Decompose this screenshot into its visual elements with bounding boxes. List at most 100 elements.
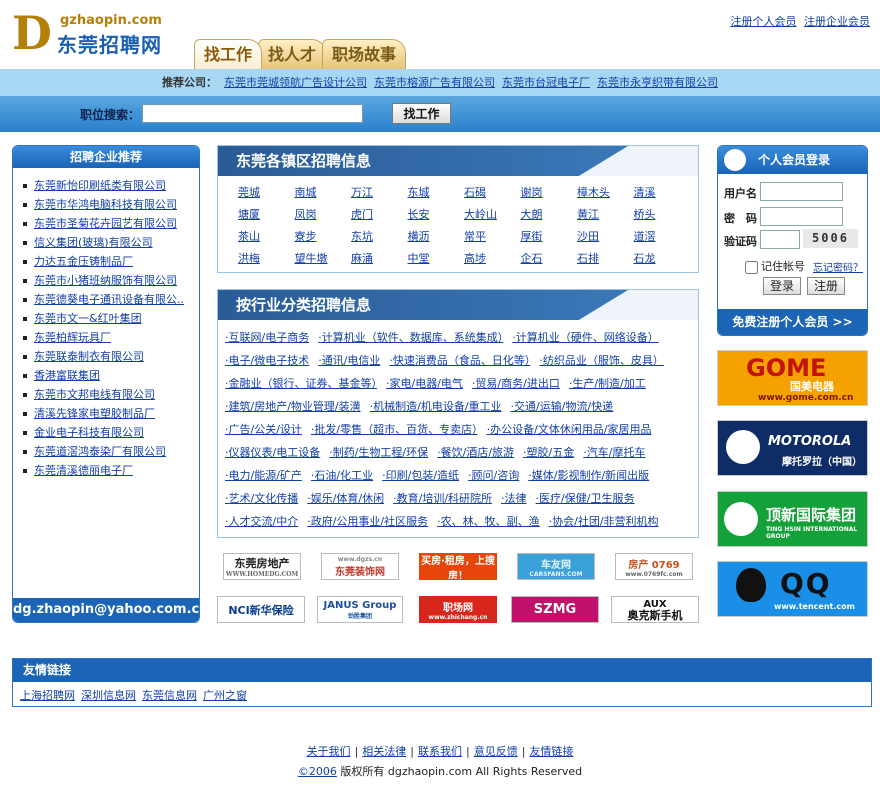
industry-link[interactable]: ·快速消费品（食品、日化等） — [389, 354, 530, 367]
town-link[interactable]: 石碣 — [464, 184, 521, 201]
industry-link[interactable]: ·建筑/房地产/物业管理/装潢 — [225, 400, 361, 413]
company-link[interactable]: 东莞市文邦电线有限公司 — [34, 388, 155, 401]
town-link[interactable]: 望牛墩 — [295, 250, 352, 267]
town-link[interactable]: 黄江 — [577, 206, 634, 223]
company-link[interactable]: 东莞市华鸿电脑科技有限公司 — [34, 198, 177, 211]
login-button[interactable]: 登录 — [763, 277, 801, 295]
copyright-year[interactable]: ©2006 — [298, 765, 337, 778]
partner-logo[interactable]: AUX 奥克斯手机 — [611, 596, 699, 623]
friend-link[interactable]: 深圳信息网 — [81, 689, 136, 702]
company-link[interactable]: 信义集团(玻璃)有限公司 — [34, 236, 153, 249]
industry-link[interactable]: ·媒体/影视制作/新闻出版 — [528, 469, 649, 482]
friend-link[interactable]: 东莞信息网 — [142, 689, 197, 702]
town-link[interactable]: 南城 — [295, 184, 352, 201]
partner-logo[interactable]: NCI新华保险 — [217, 596, 305, 623]
town-link[interactable]: 厚街 — [521, 228, 578, 245]
industry-link[interactable]: ·塑胶/五金 — [523, 446, 574, 459]
industry-link[interactable]: ·金融业（银行、证券、基金等） — [225, 377, 377, 390]
industry-link[interactable]: ·家电/电器/电气 — [386, 377, 463, 390]
site-logo[interactable]: D gzhaopin.com 东莞招聘网 — [12, 8, 172, 58]
town-link[interactable]: 沙田 — [577, 228, 634, 245]
industry-link[interactable]: ·贸易/商务/进出口 — [472, 377, 560, 390]
footer-link-law[interactable]: 相关法律 — [362, 745, 406, 758]
company-link[interactable]: 东莞市圣菊花卉园艺有限公司 — [34, 217, 177, 230]
forgot-password-link[interactable]: 忘记密码？ — [813, 259, 863, 274]
industry-link[interactable]: ·顾问/咨询 — [468, 469, 519, 482]
industry-link[interactable]: ·协会/社团/非营利机构 — [549, 515, 659, 528]
town-link[interactable]: 横沥 — [408, 228, 465, 245]
friend-link[interactable]: 广州之窗 — [203, 689, 247, 702]
partner-logo[interactable]: JANUS Group 劲胜集团 — [317, 596, 403, 623]
partner-logo[interactable]: SZMG — [511, 596, 599, 623]
partner-logo[interactable]: www.dgzs.cn 东莞装饰网 — [321, 553, 399, 580]
company-link[interactable]: 清溪先锋家电塑胶制品厂 — [34, 407, 155, 420]
free-register-link[interactable]: 免费注册个人会员 >> — [718, 309, 867, 335]
partner-logo[interactable]: 房产 0769 www.0769fc.com — [615, 553, 693, 580]
industry-link[interactable]: ·计算机业（硬件、网络设备） — [512, 331, 659, 344]
captcha-input[interactable] — [760, 230, 800, 249]
industry-link[interactable]: ·法律 — [501, 492, 527, 505]
partner-logo[interactable]: 车友网 CARSFANS.COM — [517, 553, 595, 580]
industry-link[interactable]: ·教育/培训/科研院所 — [393, 492, 492, 505]
industry-link[interactable]: ·医疗/保健/卫生服务 — [536, 492, 635, 505]
tab-find-job[interactable]: 找工作 — [194, 39, 263, 69]
company-link[interactable]: 东莞联泰制衣有限公司 — [34, 350, 144, 363]
industry-link[interactable]: ·计算机业（软件、数据库、系统集成） — [318, 331, 503, 344]
town-link[interactable]: 洪梅 — [238, 250, 295, 267]
company-link[interactable]: 金业电子科技有限公司 — [34, 426, 144, 439]
industry-link[interactable]: ·印刷/包装/造纸 — [382, 469, 459, 482]
recommend-link[interactable]: 东莞市莞城领航广告设计公司 — [224, 76, 367, 89]
industry-link[interactable]: ·机械制造/机电设备/重工业 — [370, 400, 502, 413]
town-link[interactable]: 凤岗 — [295, 206, 352, 223]
tab-career-stories[interactable]: 职场故事 — [322, 39, 407, 69]
job-search-input[interactable] — [142, 104, 363, 123]
register-company-link[interactable]: 注册企业会员 — [804, 15, 870, 28]
industry-link[interactable]: ·人才交流/中介 — [225, 515, 298, 528]
industry-link[interactable]: ·艺术/文化传播 — [225, 492, 298, 505]
ad-tencent[interactable]: QQ www.tencent.com — [717, 561, 868, 617]
town-link[interactable]: 中堂 — [408, 250, 465, 267]
town-link[interactable]: 莞城 — [238, 184, 295, 201]
town-link[interactable]: 万江 — [351, 184, 408, 201]
town-link[interactable]: 石排 — [577, 250, 634, 267]
town-link[interactable]: 常平 — [464, 228, 521, 245]
partner-logo[interactable]: 买房·租房，上搜房！ — [419, 553, 497, 580]
company-link[interactable]: 东莞道滘鸿泰染厂有限公司 — [34, 445, 166, 458]
industry-link[interactable]: ·交通/运输/物流/快递 — [511, 400, 614, 413]
company-link[interactable]: 力达五金压铸制品厂 — [34, 255, 133, 268]
footer-link-feedback[interactable]: 意见反馈 — [474, 745, 518, 758]
town-link[interactable]: 石龙 — [634, 250, 691, 267]
town-link[interactable]: 大朗 — [521, 206, 578, 223]
partner-logo[interactable]: 东莞房地产 WWW.HOMEDG.COM — [223, 553, 301, 580]
town-link[interactable]: 虎门 — [351, 206, 408, 223]
company-link[interactable]: 东莞柏辉玩具厂 — [34, 331, 111, 344]
town-link[interactable]: 寮步 — [295, 228, 352, 245]
company-link[interactable]: 东莞清溪德丽电子厂 — [34, 464, 133, 477]
company-link[interactable]: 东莞市文一&红叶集团 — [34, 312, 142, 325]
register-button[interactable]: 注册 — [807, 277, 845, 295]
town-link[interactable]: 樟木头 — [577, 184, 634, 201]
town-link[interactable]: 麻涌 — [351, 250, 408, 267]
town-link[interactable]: 谢岗 — [521, 184, 578, 201]
town-link[interactable]: 东城 — [408, 184, 465, 201]
town-link[interactable]: 企石 — [521, 250, 578, 267]
username-input[interactable] — [760, 182, 843, 201]
company-link[interactable]: 东莞德葵电子通讯设备有限公.. — [34, 293, 184, 306]
recommend-link[interactable]: 东莞市永亨织带有限公司 — [597, 76, 718, 89]
remember-account[interactable]: 记住帐号 — [745, 258, 805, 274]
town-link[interactable]: 长安 — [408, 206, 465, 223]
recommend-link[interactable]: 东莞市台冠电子厂 — [502, 76, 590, 89]
tab-find-talent[interactable]: 找人才 — [258, 39, 327, 69]
ad-motorola[interactable]: MOTOROLA 摩托罗拉（中国） — [717, 420, 868, 476]
footer-link-contact[interactable]: 联系我们 — [418, 745, 462, 758]
ad-gome[interactable]: GOME 国美电器 www.gome.com.cn — [717, 350, 868, 406]
industry-link[interactable]: ·仪器仪表/电工设备 — [225, 446, 320, 459]
town-link[interactable]: 茶山 — [238, 228, 295, 245]
industry-link[interactable]: ·电子/微电子技术 — [225, 354, 309, 367]
town-link[interactable]: 桥头 — [634, 206, 691, 223]
partner-logo[interactable]: 职场网 www.zhichang.cn — [419, 596, 497, 623]
industry-link[interactable]: ·餐饮/酒店/旅游 — [437, 446, 514, 459]
town-link[interactable]: 高埗 — [464, 250, 521, 267]
industry-link[interactable]: ·制药/生物工程/环保 — [329, 446, 428, 459]
industry-link[interactable]: ·互联网/电子商务 — [225, 331, 309, 344]
